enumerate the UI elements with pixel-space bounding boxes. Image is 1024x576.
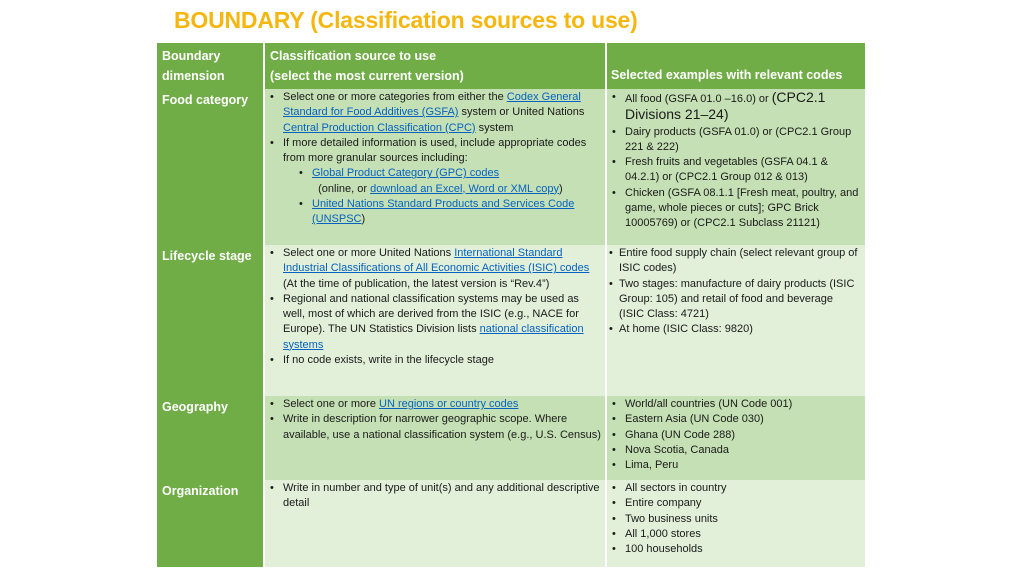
list-item: Select one or more categories from eithe… — [270, 90, 601, 136]
examples-cell: All food (GSFA 01.0 –16.0) or (CPC2.1 Di… — [605, 89, 865, 245]
examples-list: Entire food supply chain (select relevan… — [607, 245, 865, 338]
unspsc-link[interactable]: United Nations Standard Products and Ser… — [312, 198, 574, 225]
list-item: Dairy products (GSFA 01.0) or (CPC2.1 Gr… — [612, 125, 861, 156]
gpc-codes-link[interactable]: Global Product Category (GPC) codes — [312, 167, 499, 179]
table-row-lifecycle-stage: Lifecycle stage Select one or more Unite… — [157, 245, 865, 396]
list-item: Write in number and type of unit(s) and … — [270, 481, 601, 512]
examples-cell: Entire food supply chain (select relevan… — [605, 245, 865, 396]
header-classification-source: Classification source to use (select the… — [263, 43, 605, 89]
download-copy-link[interactable]: download an Excel, Word or XML copy — [370, 183, 559, 195]
list-item: All 1,000 stores — [612, 527, 861, 543]
source-list: Write in number and type of unit(s) and … — [265, 480, 605, 512]
header-text: Classification source to use — [270, 49, 437, 63]
list-item: Eastern Asia (UN Code 030) — [612, 412, 861, 428]
table-row-organization: Organization Write in number and type of… — [157, 480, 865, 567]
source-list: Select one or more United Nations Intern… — [265, 245, 605, 369]
text: system or United Nations — [458, 106, 585, 119]
un-regions-link[interactable]: UN regions or country codes — [379, 398, 518, 410]
header-text: Boundary — [162, 49, 221, 63]
header-boundary-dimension: Boundary dimension — [157, 43, 263, 89]
list-item: Global Product Category (GPC) codes (onl… — [299, 166, 601, 197]
list-item: All sectors in country — [612, 481, 861, 497]
page-title: BOUNDARY (Classification sources to use) — [174, 7, 638, 33]
list-item: 100 households — [612, 542, 861, 558]
table-row-geography: Geography Select one or more UN regions … — [157, 396, 865, 480]
dimension-cell: Organization — [157, 480, 263, 567]
header-selected-examples: Selected examples with relevant codes — [605, 43, 865, 89]
list-item: Fresh fruits and vegetables (GSFA 04.1 &… — [612, 155, 861, 186]
list-item: Two stages: manufacture of dairy product… — [609, 277, 861, 323]
list-item: If no code exists, write in the lifecycl… — [270, 353, 601, 369]
dimension-cell: Geography — [157, 396, 263, 480]
list-item: Nova Scotia, Canada — [612, 443, 861, 459]
list-item: World/all countries (UN Code 001) — [612, 397, 861, 413]
text: system — [475, 121, 514, 134]
header-text: Selected examples with relevant codes — [611, 68, 843, 82]
dimension-cell: Food category — [157, 89, 263, 245]
list-item: If more detailed information is used, in… — [270, 136, 601, 228]
list-item: Ghana (UN Code 288) — [612, 428, 861, 444]
list-item: All food (GSFA 01.0 –16.0) or (CPC2.1 Di… — [612, 89, 861, 125]
list-item: Select one or more UN regions or country… — [270, 397, 601, 413]
list-item: Entire food supply chain (select relevan… — [609, 246, 861, 277]
list-item: Regional and national classification sys… — [270, 292, 601, 353]
text: All food (GSFA 01.0 –16.0) or — [625, 93, 772, 105]
list-item: At home (ISIC Class: 9820) — [609, 322, 861, 338]
header-text: (select the most current version) — [270, 69, 464, 83]
examples-list: All sectors in country Entire company Tw… — [607, 480, 865, 558]
examples-cell: All sectors in country Entire company Tw… — [605, 480, 865, 567]
source-cell: Write in number and type of unit(s) and … — [263, 480, 605, 567]
text: ) — [559, 182, 563, 195]
list-item: United Nations Standard Products and Ser… — [299, 197, 601, 228]
cpc-link[interactable]: Central Production Classification (CPC) — [283, 122, 476, 134]
text: If more detailed information is used, in… — [283, 136, 587, 165]
sub-list: Global Product Category (GPC) codes (onl… — [283, 166, 601, 227]
text: Select one or more United Nations — [283, 247, 455, 259]
source-cell: Select one or more UN regions or country… — [263, 396, 605, 480]
text: Select one or more categories from eithe… — [283, 91, 507, 103]
examples-cell: World/all countries (UN Code 001) Easter… — [605, 396, 865, 480]
dimension-cell: Lifecycle stage — [157, 245, 263, 396]
list-item: Write in description for narrower geogra… — [270, 412, 601, 443]
text: Select one or more — [283, 398, 379, 410]
text: (online, or — [312, 182, 371, 195]
examples-list: All food (GSFA 01.0 –16.0) or (CPC2.1 Di… — [607, 89, 865, 232]
examples-list: World/all countries (UN Code 001) Easter… — [607, 396, 865, 474]
boundary-classification-table: Boundary dimension Classification source… — [157, 43, 865, 567]
list-item: Chicken (GSFA 08.1.1 [Fresh meat, poultr… — [612, 186, 861, 232]
list-item: Select one or more United Nations Intern… — [270, 246, 601, 292]
header-text: dimension — [162, 69, 225, 83]
text: ) — [361, 213, 366, 226]
source-list: Select one or more categories from eithe… — [265, 89, 605, 228]
source-cell: Select one or more United Nations Intern… — [263, 245, 605, 396]
list-item: Lima, Peru — [612, 458, 861, 474]
list-item: Two business units — [612, 512, 861, 528]
table-row-food-category: Food category Select one or more categor… — [157, 89, 865, 245]
source-list: Select one or more UN regions or country… — [265, 396, 605, 443]
table-header-row: Boundary dimension Classification source… — [157, 43, 865, 89]
list-item: Entire company — [612, 496, 861, 512]
source-cell: Select one or more categories from eithe… — [263, 89, 605, 245]
